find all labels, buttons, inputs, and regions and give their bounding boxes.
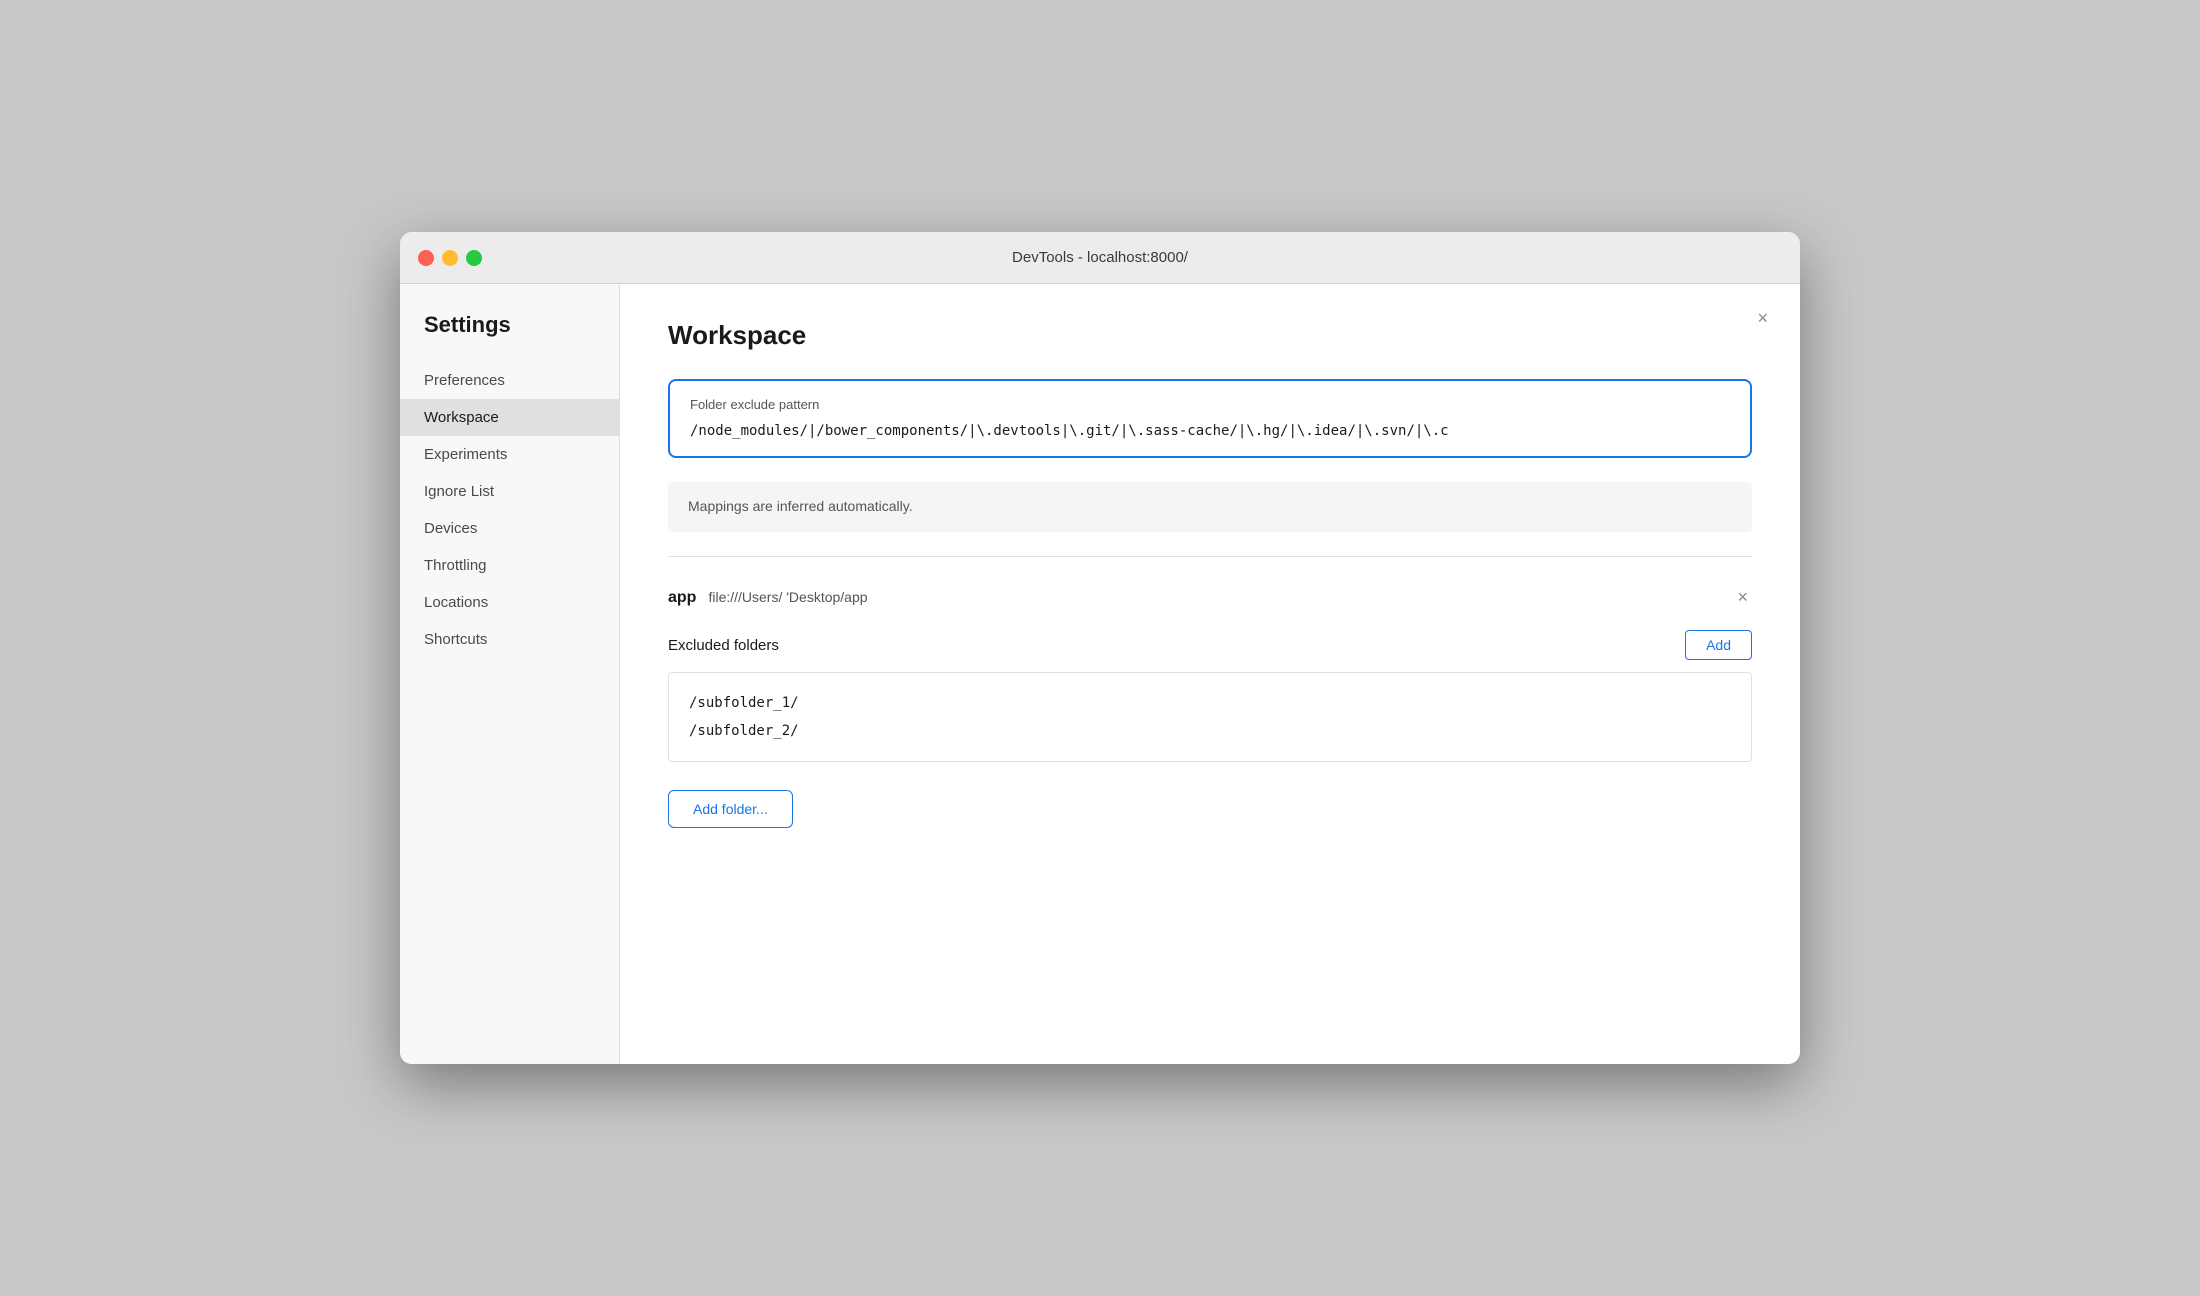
folder-exclude-section: Folder exclude pattern xyxy=(668,379,1752,458)
maximize-traffic-light[interactable] xyxy=(466,250,482,266)
sidebar-item-locations[interactable]: Locations xyxy=(400,584,619,621)
subfolders-box: /subfolder_1/ /subfolder_2/ xyxy=(668,672,1752,762)
folder-exclude-input[interactable] xyxy=(690,423,1730,439)
mappings-info-box: Mappings are inferred automatically. xyxy=(668,482,1752,532)
subfolder-item: /subfolder_1/ xyxy=(689,689,1731,717)
window-body: Settings Preferences Workspace Experimen… xyxy=(400,284,1800,1064)
add-excluded-folder-button[interactable]: Add xyxy=(1685,630,1752,660)
sidebar-item-experiments[interactable]: Experiments xyxy=(400,436,619,473)
section-divider xyxy=(668,556,1752,557)
mappings-info-text: Mappings are inferred automatically. xyxy=(688,498,913,514)
sidebar-item-throttling[interactable]: Throttling xyxy=(400,547,619,584)
workspace-path: file:///Users/ 'Desktop/app xyxy=(708,589,867,605)
titlebar: DevTools - localhost:8000/ xyxy=(400,232,1800,284)
sidebar-item-workspace[interactable]: Workspace xyxy=(400,399,619,436)
minimize-traffic-light[interactable] xyxy=(442,250,458,266)
excluded-folders-label: Excluded folders xyxy=(668,637,779,654)
sidebar-item-ignore-list[interactable]: Ignore List xyxy=(400,473,619,510)
subfolder-item: /subfolder_2/ xyxy=(689,717,1731,745)
sidebar-heading: Settings xyxy=(400,312,619,362)
workspace-name: app xyxy=(668,589,696,607)
sidebar-item-devices[interactable]: Devices xyxy=(400,510,619,547)
app-window: DevTools - localhost:8000/ Settings Pref… xyxy=(400,232,1800,1064)
page-title: Workspace xyxy=(668,320,1752,351)
add-folder-button[interactable]: Add folder... xyxy=(668,790,793,828)
traffic-lights xyxy=(418,250,482,266)
folder-exclude-label: Folder exclude pattern xyxy=(690,397,1730,412)
main-content: × Workspace Folder exclude pattern Mappi… xyxy=(620,284,1800,1064)
sidebar-item-preferences[interactable]: Preferences xyxy=(400,362,619,399)
window-close-button[interactable]: × xyxy=(1749,304,1776,333)
sidebar: Settings Preferences Workspace Experimen… xyxy=(400,284,620,1064)
close-traffic-light[interactable] xyxy=(418,250,434,266)
workspace-entry-left: app file:///Users/ 'Desktop/app xyxy=(668,589,868,607)
workspace-entry: app file:///Users/ 'Desktop/app × Exclud… xyxy=(668,577,1752,762)
excluded-folders-row: Excluded folders Add xyxy=(668,630,1752,660)
window-title: DevTools - localhost:8000/ xyxy=(1012,249,1188,266)
workspace-entry-header: app file:///Users/ 'Desktop/app × xyxy=(668,577,1752,618)
remove-workspace-button[interactable]: × xyxy=(1733,587,1752,608)
sidebar-item-shortcuts[interactable]: Shortcuts xyxy=(400,621,619,658)
